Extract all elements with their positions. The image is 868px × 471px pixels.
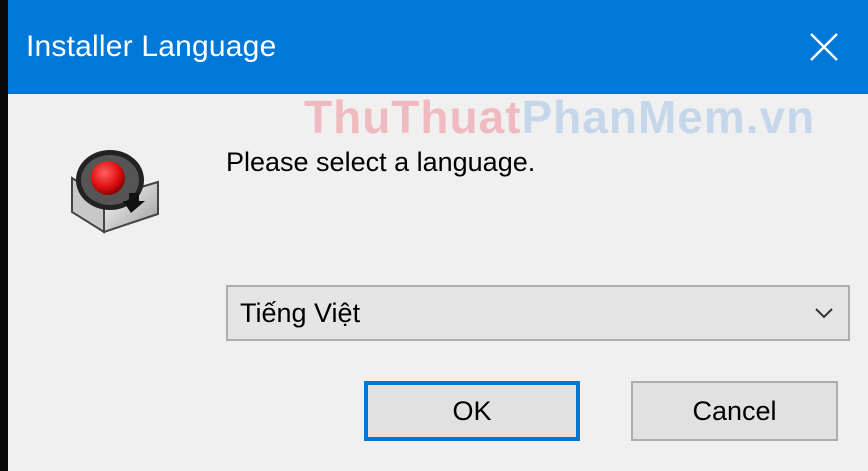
ok-button[interactable]: OK	[364, 381, 580, 441]
installer-icon	[64, 138, 164, 238]
watermark: ThuThuatPhanMem.vn	[304, 92, 815, 142]
watermark-part-2: PhanMem.vn	[521, 91, 816, 143]
installer-language-dialog: Installer Language ThuThuatPhanMem.vn Pl…	[0, 0, 868, 471]
close-button[interactable]	[780, 0, 868, 94]
prompt-text: Please select a language.	[226, 147, 536, 177]
watermark-part-1: ThuThuat	[304, 91, 522, 143]
chevron-down-icon	[815, 308, 833, 319]
cancel-button[interactable]: Cancel	[631, 381, 838, 441]
close-icon	[810, 33, 838, 61]
title-bar[interactable]: Installer Language	[8, 0, 868, 94]
language-select[interactable]: Tiếng Việt	[226, 285, 850, 341]
language-select-value: Tiếng Việt	[240, 298, 361, 328]
window-title: Installer Language	[26, 30, 277, 63]
